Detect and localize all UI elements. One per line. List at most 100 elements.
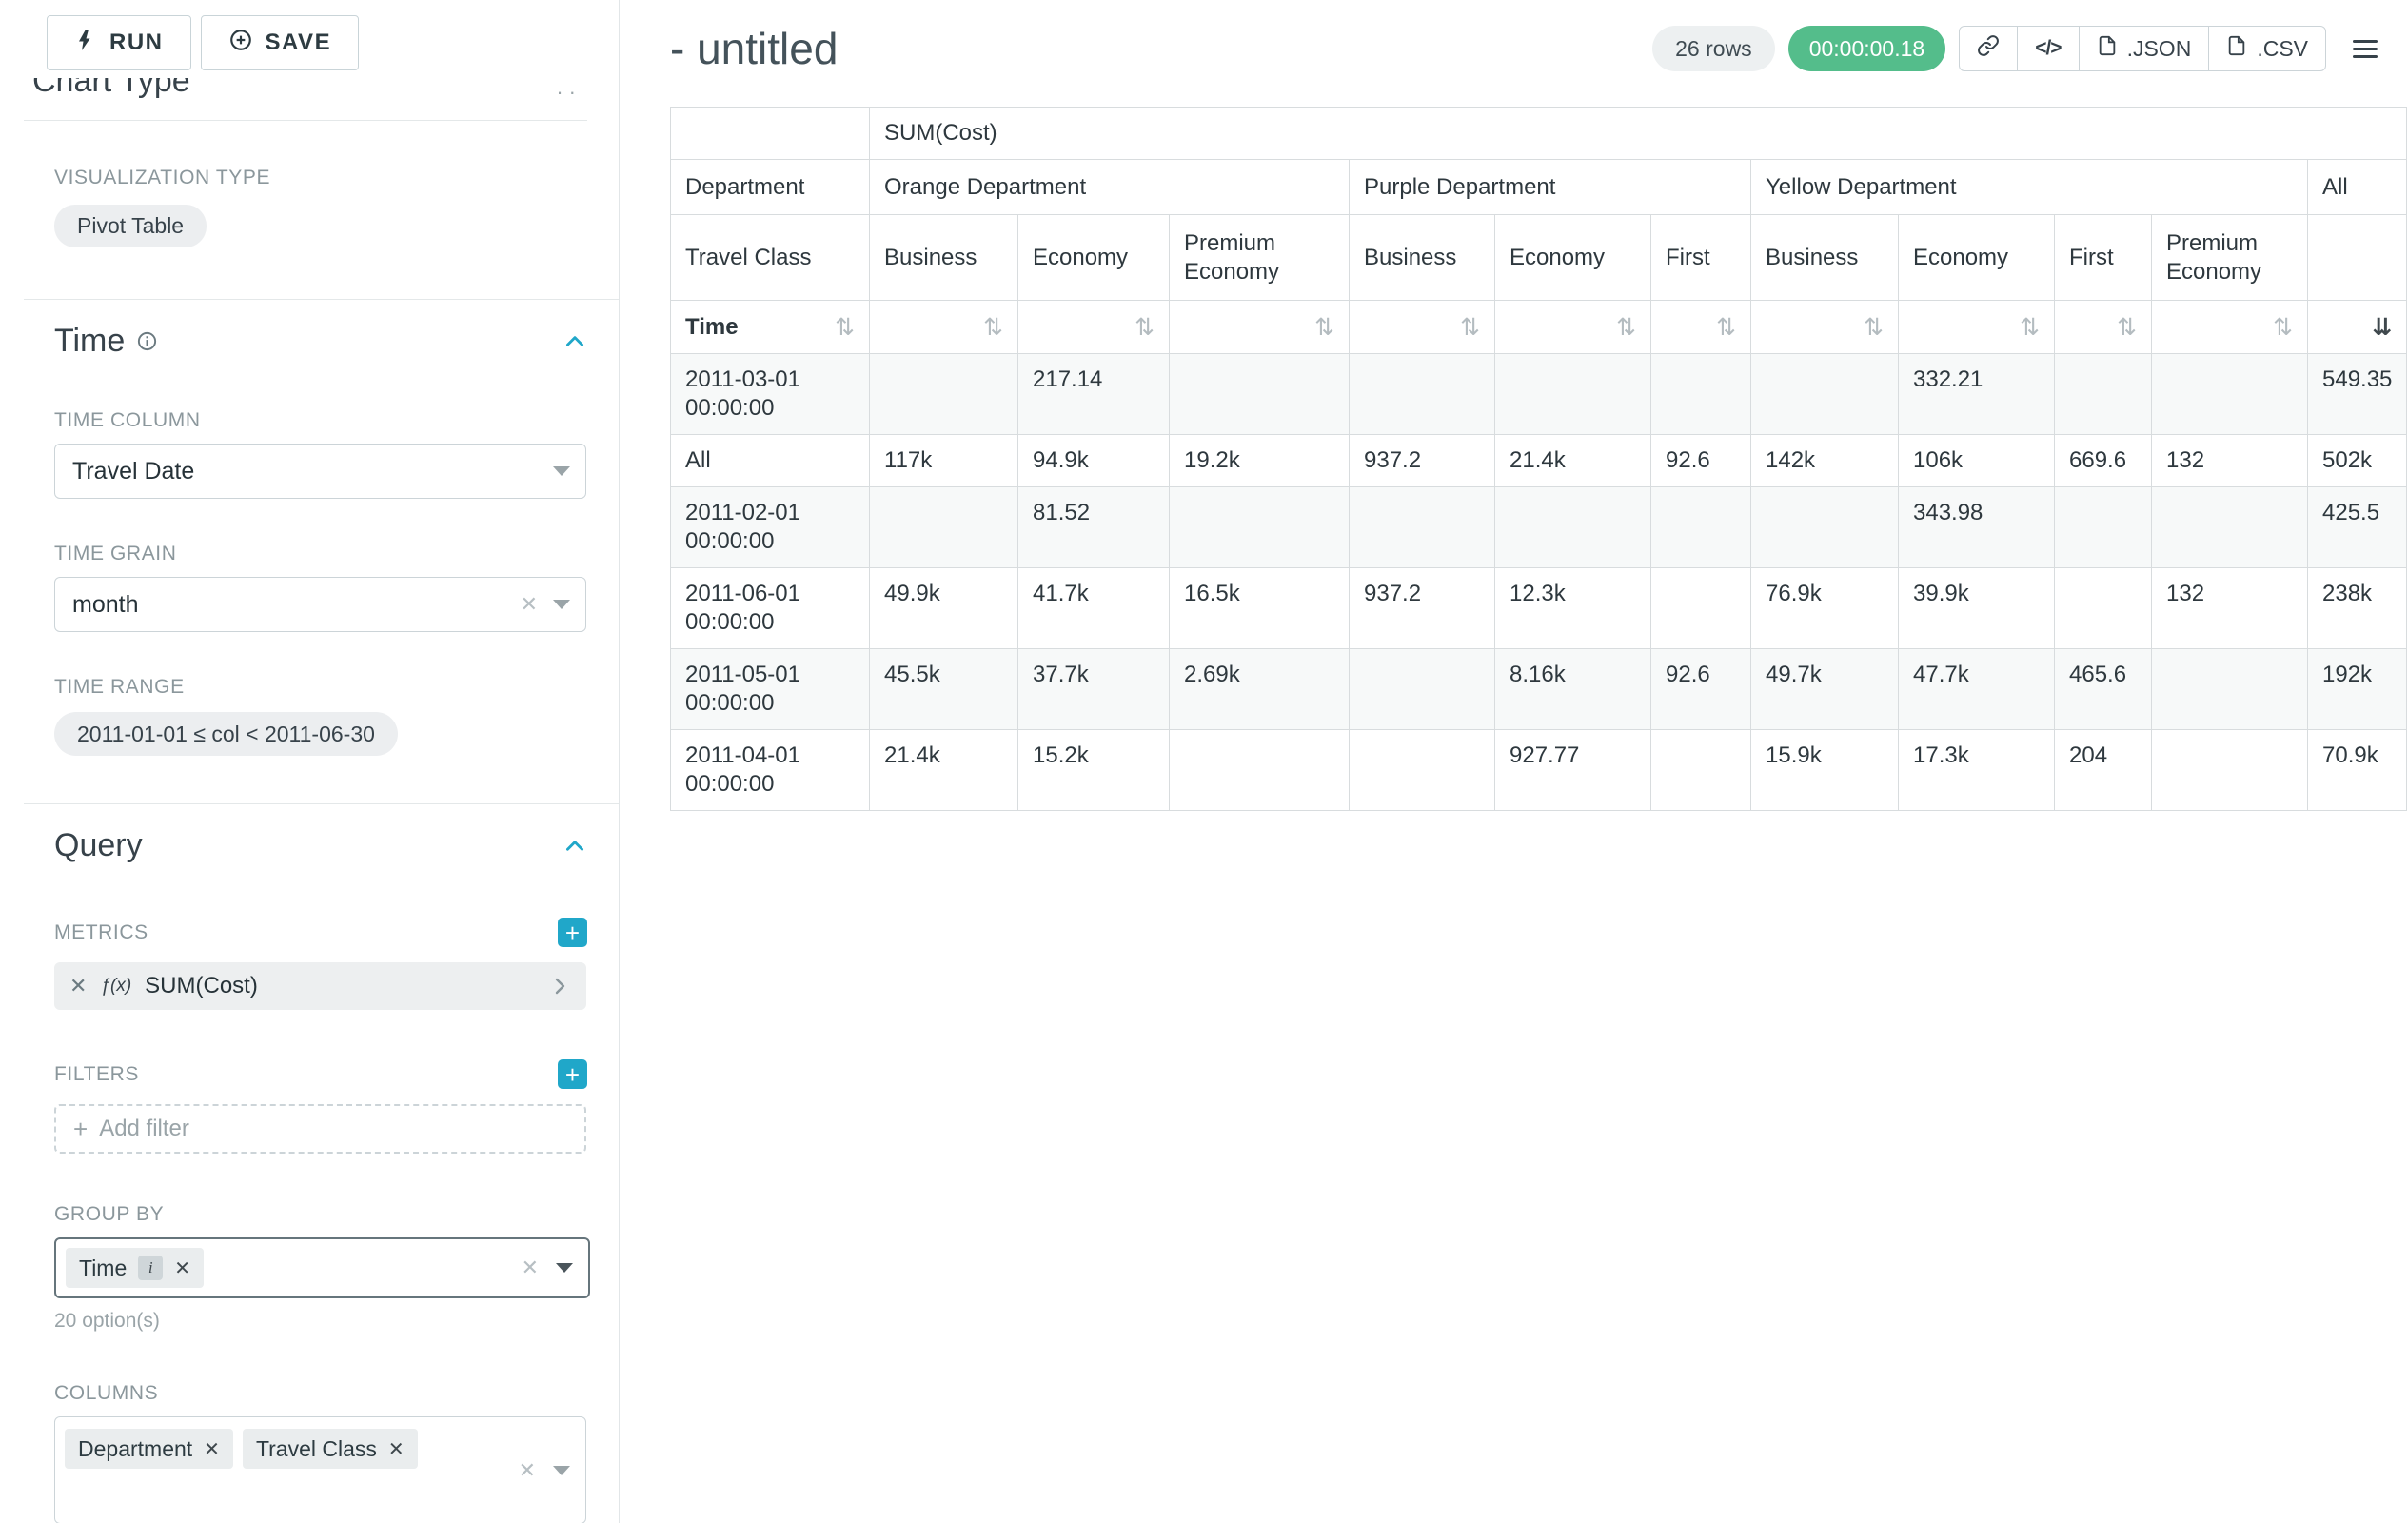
value-pill[interactable]: Department ✕ [65,1429,233,1469]
sort-icon[interactable]: ⇅ [835,315,855,339]
travel-class-header: Business [1751,215,1899,301]
sort-descending-active-icon[interactable]: ⇊ [2372,315,2392,339]
value-pill[interactable]: Travel Class✕ [243,1429,418,1469]
chevron-up-icon[interactable] [563,834,587,859]
divider [24,120,587,121]
remove-pill-icon[interactable]: ✕ [204,1437,220,1461]
code-icon: </> [2035,37,2061,60]
metric-item[interactable]: ✕ ƒ(x) SUM(Cost) [54,962,586,1010]
chevron-up-icon[interactable] [563,329,587,354]
time-grain-value: month [72,591,138,619]
function-icon: ƒ(x) [100,976,131,997]
query-section-title: Query [54,827,143,864]
travel-class-header: First [2055,215,2152,301]
metric-header: SUM(Cost) [870,108,2407,160]
sort-icon[interactable]: ⇅ [1460,315,1480,339]
row-key-cell: 2011-02-01 00:00:00 [671,487,870,568]
value-cell [870,354,1018,435]
value-cell: 17.3k [1899,730,2055,811]
value-cell: 332.21 [1899,354,2055,435]
chevron-down-icon [556,1263,573,1273]
clear-icon[interactable]: ✕ [522,1257,539,1278]
value-cell: 937.2 [1350,435,1495,487]
value-cell [2055,354,2152,435]
value-cell: 92.6 [1651,649,1751,730]
department-group-header: Yellow Department [1751,160,2308,215]
value-cell [1751,487,1899,568]
clear-icon[interactable]: ✕ [519,1460,536,1481]
clear-icon[interactable]: ✕ [521,594,538,615]
value-cell: 132 [2152,568,2308,649]
table-row: All117k94.9k19.2k937.221.4k92.6142k106k6… [671,435,2407,487]
embed-code-button[interactable]: </> [2017,26,2079,71]
columns-select[interactable]: Department✕Travel Class✕ ✕ [54,1416,586,1523]
table-row: 2011-03-01 00:00:00217.14332.21549.35 [671,354,2407,435]
time-column-select[interactable]: Travel Date [54,444,586,499]
value-cell [1651,730,1751,811]
value-cell: 142k [1751,435,1899,487]
chevron-right-icon[interactable] [548,975,571,998]
remove-pill-icon[interactable]: ✕ [388,1437,405,1461]
export-csv-button[interactable]: .CSV [2208,26,2326,71]
sort-icon[interactable]: ⇅ [2020,315,2040,339]
export-json-button[interactable]: .JSON [2079,26,2210,71]
run-button-label: RUN [109,30,164,56]
value-pill[interactable]: Timei✕ [66,1248,204,1288]
sort-icon[interactable]: ⇅ [1314,315,1334,339]
value-cell: 45.5k [870,649,1018,730]
add-filter-placeholder: Add filter [99,1116,189,1142]
divider [24,803,619,804]
run-button[interactable]: RUN [47,15,191,70]
value-cell [1170,354,1350,435]
department-group-header: All [2308,160,2407,215]
time-section-header[interactable]: Time [54,323,587,360]
sort-icon[interactable]: ⇅ [2273,315,2293,339]
department-group-header: Orange Department [870,160,1350,215]
save-button[interactable]: SAVE [201,15,360,70]
value-cell [1170,730,1350,811]
value-pill-label: Time [79,1256,127,1281]
sort-icon[interactable]: ⇅ [1616,315,1636,339]
value-cell [870,487,1018,568]
value-cell: 2.69k [1170,649,1350,730]
more-options-button[interactable] [2339,26,2391,71]
chart-header-actions: 26 rows 00:00:00.18 </> [1652,26,2398,71]
row-key-cell: 2011-04-01 00:00:00 [671,730,870,811]
department-group-header: Purple Department [1350,160,1751,215]
file-icon [2097,34,2118,63]
visualization-type-value[interactable]: Pivot Table [54,205,207,247]
value-cell [1495,354,1651,435]
metric-name: SUM(Cost) [145,973,258,999]
sort-header-cell: ⇅ [1350,301,1495,354]
query-section-header[interactable]: Query [54,827,587,864]
sort-icon[interactable]: ⇅ [1864,315,1884,339]
columns-label: COLUMNS [54,1382,587,1405]
group-by-select[interactable]: Timei✕ ✕ [54,1237,590,1298]
chart-title[interactable]: - untitled [670,23,838,74]
add-filter-dropzone[interactable]: + Add filter [54,1104,586,1154]
add-metric-button[interactable]: + [558,918,587,947]
sort-icon[interactable]: ⇅ [1135,315,1155,339]
time-range-value[interactable]: 2011-01-01 ≤ col < 2011-06-30 [54,712,398,756]
value-cell: 47.7k [1899,649,2055,730]
value-cell: 92.6 [1651,435,1751,487]
sort-icon[interactable]: ⇅ [2117,315,2137,339]
export-button-group: </> .JSON .CSV [1959,26,2326,71]
sidebar-scroll-area[interactable]: VISUALIZATION TYPE Pivot Table Time TIME… [0,167,619,1523]
value-pill-label: Department [78,1436,192,1462]
time-label: Time [685,313,739,342]
copy-link-button[interactable] [1959,26,2018,71]
visualization-type-label: VISUALIZATION TYPE [54,167,587,189]
value-cell: 106k [1899,435,2055,487]
sort-icon[interactable]: ⇅ [983,315,1003,339]
sort-icon[interactable]: ⇅ [1716,315,1736,339]
remove-metric-icon[interactable]: ✕ [69,976,87,997]
columns-pill-area: Department✕Travel Class✕ [65,1429,494,1469]
value-cell: 49.7k [1751,649,1899,730]
travel-class-header: Economy [1899,215,2055,301]
remove-pill-icon[interactable]: ✕ [174,1256,190,1280]
time-grain-select[interactable]: month ✕ [54,577,586,632]
plus-icon: + [73,1115,88,1144]
add-filter-button[interactable]: + [558,1059,587,1089]
corner-cell [671,108,870,160]
